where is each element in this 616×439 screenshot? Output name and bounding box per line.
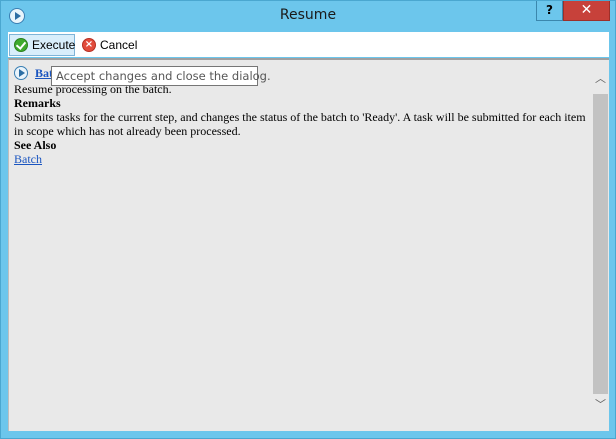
cancel-x-icon: × [82,38,96,52]
check-icon [14,38,28,52]
remarks-text: Submits tasks for the current step, and … [14,110,586,138]
title-bar[interactable]: Resume ? ✕ [1,1,615,31]
close-button[interactable]: ✕ [563,1,610,21]
cancel-label: Cancel [100,38,138,52]
vertical-scrollbar[interactable]: ︿ ﹀ [592,60,609,431]
see-also-heading: See Also [14,138,57,152]
remarks-heading: Remarks [14,96,61,110]
play-circle-icon [14,66,28,80]
scroll-down-icon[interactable]: ﹀ [592,396,609,413]
help-content-pane: Batch Resume processing on the batch. Re… [8,58,609,431]
toolbar: Execute × Cancel [8,32,609,57]
help-button[interactable]: ? [536,1,563,21]
scroll-thumb[interactable] [593,94,608,394]
execute-tooltip: Accept changes and close the dialog. [51,66,271,86]
scroll-up-icon[interactable]: ︿ [592,70,609,87]
execute-button[interactable]: Execute [9,34,75,56]
execute-label: Execute [32,38,76,52]
cancel-button[interactable]: × Cancel [78,34,144,56]
window-title: Resume [279,7,337,23]
see-also-batch-link[interactable]: Batch [14,152,42,166]
resume-dialog: Resume ? ✕ Execute × Cancel Batch Resume… [0,0,616,439]
